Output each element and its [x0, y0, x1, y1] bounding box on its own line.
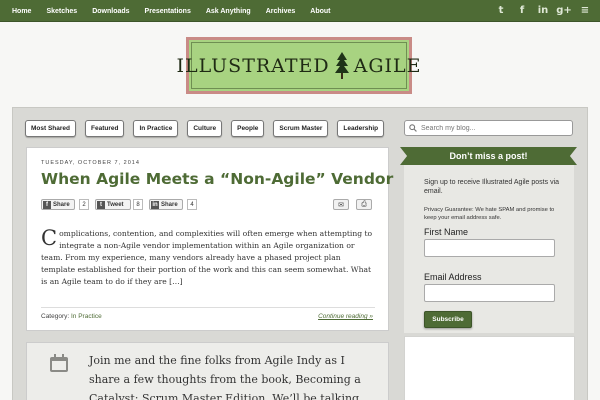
post-excerpt-text: omplications, contention, and complexiti… [41, 229, 373, 286]
print-icon[interactable]: ⎙ [356, 199, 372, 210]
category-label: Category: [41, 313, 70, 320]
nav-presentations[interactable]: Presentations [145, 8, 191, 15]
linkedin-share-label: Share [161, 201, 178, 208]
post-2-excerpt: Join me and the fine folks from Agile In… [89, 354, 361, 400]
search-input[interactable] [421, 124, 561, 132]
twitter-icon: t [97, 200, 105, 209]
logo-word-agile: AGILE [353, 54, 422, 77]
pine-tree-icon [334, 51, 349, 79]
email-field[interactable] [424, 284, 555, 302]
category-culture[interactable]: Culture [187, 120, 223, 137]
facebook-share-button[interactable]: f Share [41, 199, 75, 210]
nav-sketches[interactable]: Sketches [46, 8, 77, 15]
top-navigation-bar: Home Sketches Downloads Presentations As… [0, 0, 600, 22]
linkedin-icon[interactable]: in [536, 3, 550, 17]
email-icon[interactable]: ✉ [333, 199, 349, 210]
twitter-share-button[interactable]: t Tweet [95, 199, 131, 210]
post-title[interactable]: When Agile Meets a “Non-Agile” Vendor [41, 170, 393, 188]
nav-ask-anything[interactable]: Ask Anything [206, 8, 251, 15]
twitter-share-label: Tweet [107, 201, 124, 208]
category-most-shared[interactable]: Most Shared [25, 120, 77, 137]
post-card-2: Join me and the fine folks from Agile In… [26, 342, 389, 400]
first-name-field[interactable] [424, 239, 555, 257]
post-category-link[interactable]: In Practice [71, 313, 102, 320]
category-people[interactable]: People [231, 120, 265, 137]
facebook-icon[interactable]: f [515, 3, 529, 17]
privacy-text: Privacy Guarantee: We hate SPAM and prom… [424, 207, 555, 221]
continue-reading-link[interactable]: Continue reading » [318, 313, 373, 320]
post-card: TUESDAY, OCTOBER 7, 2014 When Agile Meet… [26, 147, 393, 331]
divider [41, 307, 375, 308]
sidebar-widget [404, 336, 575, 400]
newsletter-text: Sign up to receive Illustrated Agile pos… [424, 179, 560, 195]
ribbon-title: Don’t miss a post! [400, 147, 577, 165]
social-links: t f in g+ ≡ [494, 3, 592, 17]
nav-downloads[interactable]: Downloads [92, 8, 129, 15]
site-logo[interactable]: ILLUSTRATED AGILE [176, 37, 421, 94]
linkedin-share-button[interactable]: in Share [149, 199, 183, 210]
nav-archives[interactable]: Archives [266, 8, 296, 15]
post-excerpt: C omplications, contention, and complexi… [41, 228, 377, 288]
subscribe-button[interactable]: Subscribe [424, 311, 472, 328]
facebook-icon: f [43, 200, 51, 209]
facebook-share-count: 2 [79, 199, 89, 210]
logo-word-illustrated: ILLUSTRATED [176, 54, 330, 77]
nav-about[interactable]: About [310, 8, 330, 15]
category-featured[interactable]: Featured [85, 120, 125, 137]
category-in-practice[interactable]: In Practice [133, 120, 179, 137]
twitter-share-count: 8 [133, 199, 143, 210]
main-menu: Home Sketches Downloads Presentations As… [12, 0, 346, 22]
category-scrum-master[interactable]: Scrum Master [273, 120, 329, 137]
share-bar: f Share 2 t Tweet 8 in Share 4 ✉ ⎙ [41, 199, 375, 211]
search-box[interactable] [404, 120, 573, 136]
twitter-icon[interactable]: t [494, 3, 508, 17]
category-leadership[interactable]: Leadership [337, 120, 385, 137]
post-date: TUESDAY, OCTOBER 7, 2014 [41, 160, 140, 166]
search-icon [409, 124, 417, 132]
nav-home[interactable]: Home [12, 8, 31, 15]
google-plus-icon[interactable]: g+ [556, 3, 572, 17]
first-name-label: First Name [424, 227, 469, 237]
calendar-icon [50, 354, 68, 372]
category-buttons: Most Shared Featured In Practice Culture… [25, 120, 385, 137]
logo-text: ILLUSTRATED AGILE [176, 51, 421, 81]
facebook-share-label: Share [53, 201, 70, 208]
post-category-line: Category: In Practice [41, 313, 102, 320]
linkedin-icon: in [151, 200, 159, 209]
newsletter-ribbon: Don’t miss a post! [400, 147, 577, 167]
email-label: Email Address [424, 272, 482, 282]
linkedin-share-count: 4 [187, 199, 197, 210]
drop-cap: C [41, 226, 58, 250]
rss-icon[interactable]: ≡ [578, 3, 592, 17]
newsletter-box: Sign up to receive Illustrated Agile pos… [404, 165, 574, 333]
